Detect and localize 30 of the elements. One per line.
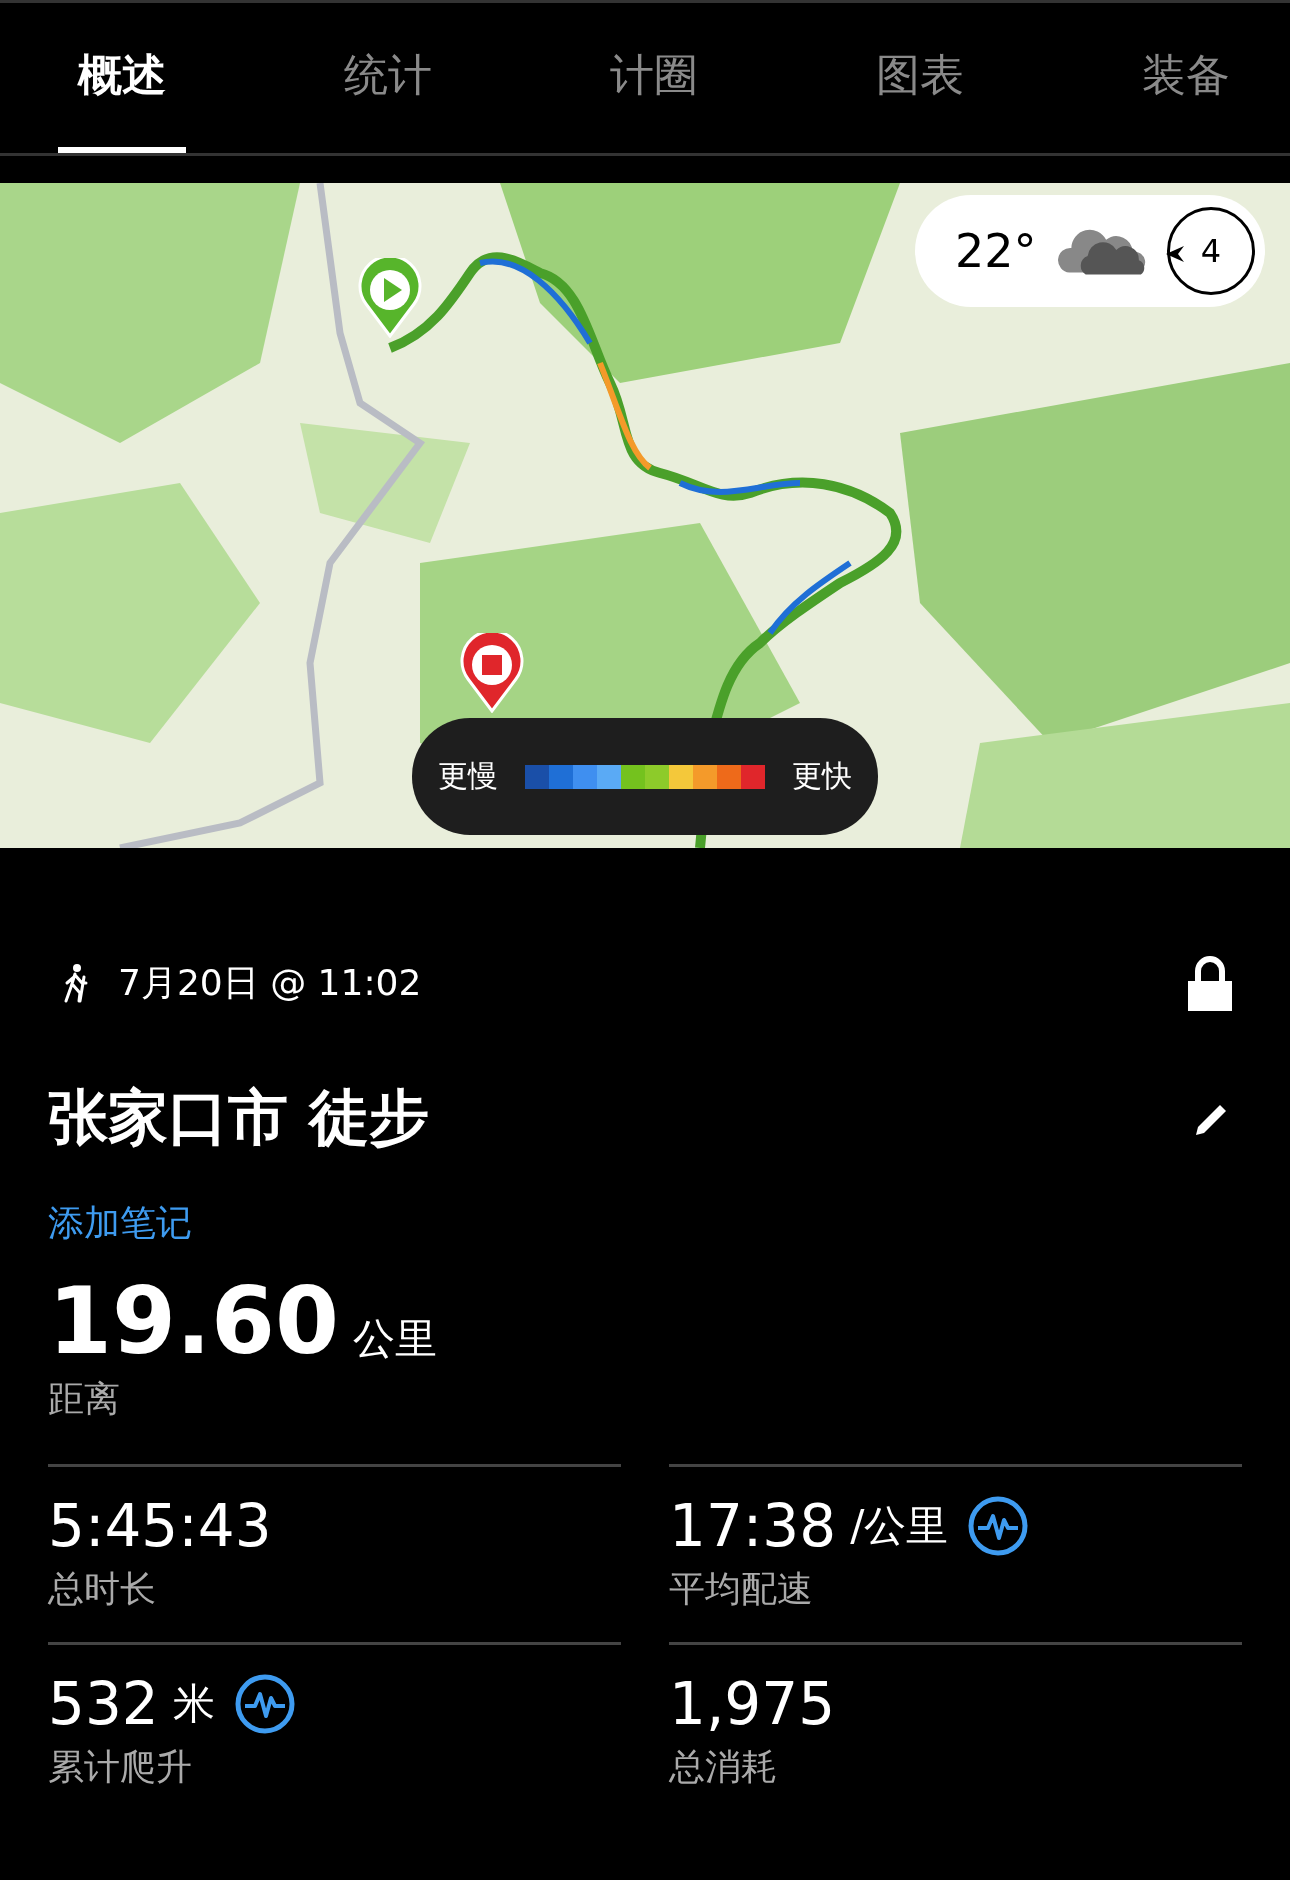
- distance-value: 19.60: [48, 1268, 339, 1375]
- stat-label: 平均配速: [669, 1567, 814, 1611]
- pulse-icon[interactable]: [968, 1496, 1029, 1556]
- legend-label: 更快: [792, 757, 852, 795]
- end-marker-icon: [460, 633, 524, 713]
- stat-label: 总时长: [48, 1567, 157, 1611]
- tab[interactable]: 统计: [324, 3, 452, 153]
- tab[interactable]: 概述: [58, 3, 186, 153]
- tab[interactable]: 图表: [856, 3, 984, 153]
- stat-unit: /公里: [850, 1500, 949, 1552]
- legend-label: 更慢: [438, 757, 498, 795]
- stat-value: 1,975: [669, 1670, 836, 1738]
- pulse-icon[interactable]: [234, 1674, 295, 1734]
- stat-value: 17:38: [669, 1492, 837, 1560]
- start-marker-icon: [358, 258, 422, 338]
- wind-speed: 4: [1200, 232, 1222, 270]
- tab[interactable]: 计圈: [590, 3, 718, 153]
- add-note-link[interactable]: 添加笔记: [48, 1199, 1242, 1248]
- stat-value: 5:45:43: [48, 1492, 272, 1560]
- activity-title: 张家口市 徒步: [48, 1081, 429, 1154]
- stat-label: 累计爬升: [48, 1745, 193, 1789]
- activity-date: 7月20日 @ 11:02: [118, 960, 422, 1005]
- temperature: 22°: [955, 224, 1037, 278]
- tab[interactable]: 装备: [1122, 3, 1250, 153]
- stat-label: 总消耗: [669, 1745, 778, 1789]
- stat-unit: 米: [172, 1678, 215, 1730]
- distance-label: 距离: [48, 1377, 121, 1421]
- stat-value: 532: [48, 1670, 159, 1738]
- distance-unit: 公里: [353, 1313, 437, 1365]
- lock-icon[interactable]: [1186, 953, 1234, 1013]
